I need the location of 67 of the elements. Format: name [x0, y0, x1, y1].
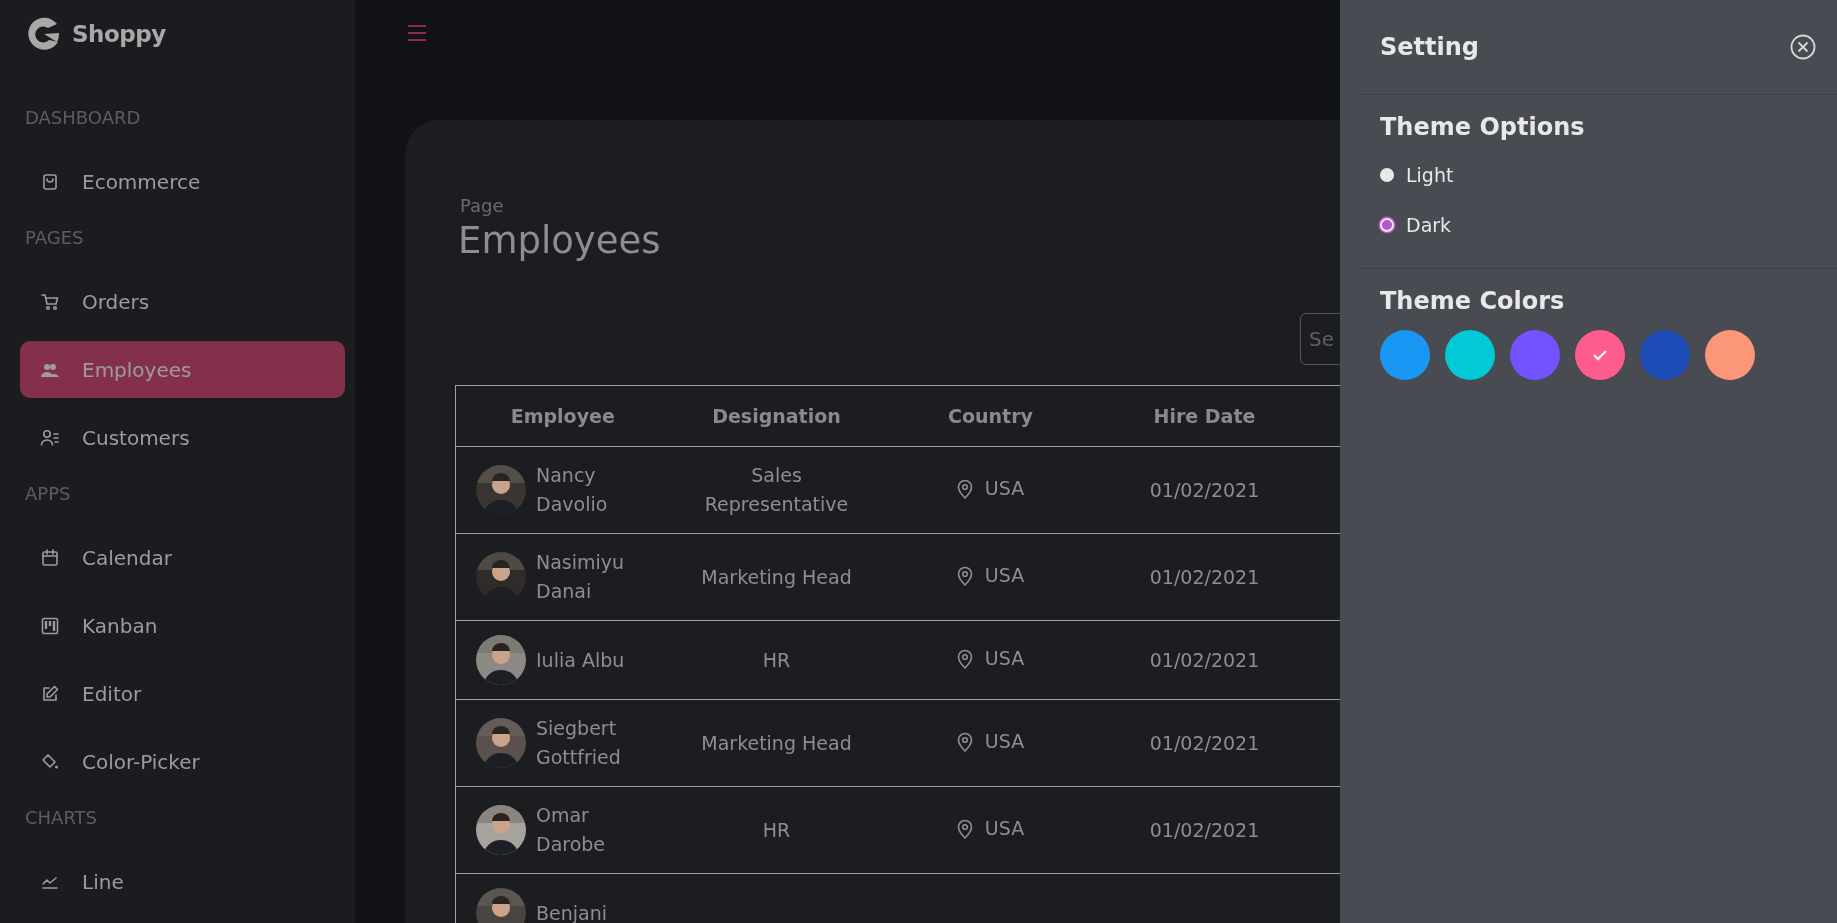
location-pin-icon — [956, 731, 973, 752]
cart-icon — [40, 291, 60, 312]
employee-name: Benjani — [536, 900, 607, 923]
designation-text: Marketing Head — [701, 564, 852, 590]
radio-button[interactable] — [1380, 167, 1394, 182]
sidebar-item[interactable]: Line — [20, 853, 345, 910]
sidebar-item[interactable]: Customers — [20, 409, 345, 466]
employee-name: Omar Darobe — [536, 803, 607, 858]
color-swatch[interactable] — [1445, 329, 1495, 380]
brand-name: Shoppy — [72, 19, 166, 49]
country-text: USA — [984, 563, 1025, 589]
hire-date-text: 01/02/2021 — [1149, 818, 1260, 841]
breadcrumb: Page — [460, 194, 505, 218]
employee-name: Nancy Davolio — [536, 463, 609, 518]
designation-text: Sales Representative — [703, 463, 850, 518]
color-swatch[interactable] — [1575, 329, 1625, 380]
sidebar-item[interactable]: Color-Picker — [20, 733, 345, 790]
designation-text: HR — [762, 647, 791, 673]
hire-date-text: 01/02/2021 — [1149, 731, 1260, 754]
sidebar-item[interactable]: Orders — [20, 273, 345, 330]
column-header[interactable]: Hire Date — [1097, 385, 1312, 447]
location-pin-icon — [956, 565, 973, 586]
country-text: USA — [984, 476, 1025, 502]
employee-name: Siegbert Gottfried — [536, 716, 622, 771]
page-title: Employees — [458, 219, 662, 264]
sidebar-item[interactable]: Editor — [20, 665, 345, 722]
color-swatch[interactable] — [1380, 329, 1430, 380]
section-title: DASHBOARD — [25, 106, 142, 130]
country-text: USA — [984, 816, 1025, 842]
country-text: USA — [984, 729, 1025, 755]
radio-button[interactable] — [1380, 217, 1394, 232]
hire-date-text: 01/02/2021 — [1149, 565, 1260, 588]
radio-option[interactable]: Light — [1380, 149, 1817, 200]
calendar-icon — [40, 547, 60, 568]
designation-text: Marketing Head — [701, 730, 852, 756]
bag-icon — [40, 171, 60, 192]
employee-name: Nasimiyu Danai — [536, 550, 626, 605]
country-text: USA — [984, 646, 1025, 672]
color-swatch[interactable] — [1640, 329, 1690, 380]
column-header[interactable]: Country — [883, 385, 1098, 447]
location-pin-icon — [956, 478, 973, 499]
sidebar-item[interactable]: Ecommerce — [20, 153, 345, 210]
user-list-icon — [40, 427, 60, 448]
location-pin-icon — [956, 648, 973, 669]
radio-option[interactable]: Dark — [1380, 199, 1817, 250]
board-icon — [40, 615, 60, 636]
hire-date-text: 01/02/2021 — [1149, 478, 1260, 501]
color-swatch[interactable] — [1705, 329, 1755, 380]
designation-text: HR — [762, 817, 791, 843]
column-header[interactable]: Designation — [669, 385, 884, 447]
color-swatch[interactable] — [1510, 329, 1560, 380]
panel-title: Setting — [1380, 32, 1479, 62]
close-button[interactable] — [1789, 33, 1817, 61]
search-field[interactable]: Se — [1300, 313, 1340, 366]
employee-name: Iulia Albu — [536, 647, 625, 673]
section-heading: Theme Colors — [1380, 286, 1566, 316]
section-title: CHARTS — [25, 806, 99, 830]
column-header[interactable]: Employee — [455, 385, 670, 447]
sidebar-item[interactable]: Calendar — [20, 529, 345, 586]
sidebar-item[interactable]: Kanban — [20, 597, 345, 654]
section-heading: Theme Options — [1380, 113, 1586, 142]
hire-date-text: 01/02/2021 — [1149, 648, 1260, 671]
check-icon — [1592, 348, 1608, 361]
section-title: APPS — [25, 482, 72, 506]
section-title: PAGES — [25, 226, 85, 250]
location-pin-icon — [956, 818, 973, 839]
edit-icon — [40, 683, 60, 704]
